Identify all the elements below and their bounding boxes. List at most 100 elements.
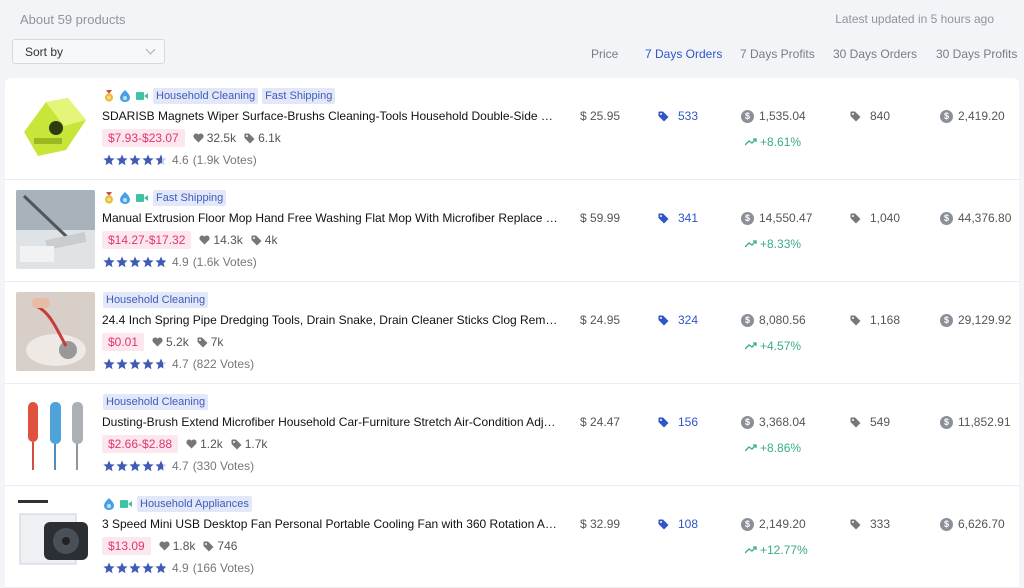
product-image[interactable] [16, 190, 95, 269]
column-7-days-orders[interactable]: 7 Days Orders [645, 47, 722, 61]
rating: 4.9 (166 Votes) [103, 561, 254, 575]
price-cell: $ 24.95 [580, 313, 621, 327]
profit-30-value: 6,626.70 [958, 517, 1005, 531]
star-icon [155, 358, 167, 370]
rating-value: 4.9 [172, 561, 189, 575]
likes-value: 1.2k [200, 437, 223, 451]
product-row[interactable]: Household Appliances 3 Speed Mini USB Des… [5, 486, 1019, 588]
profit-30-days: $29,129.92 [940, 313, 1011, 327]
product-row[interactable]: Household Cleaning Dusting-Brush Extend M… [5, 384, 1019, 486]
trend-up-icon [745, 342, 757, 350]
star-icon [155, 256, 167, 268]
column-7-days-profits[interactable]: 7 Days Profits [740, 47, 815, 61]
price-cell: $ 24.47 [580, 415, 621, 429]
product-image[interactable] [16, 496, 95, 575]
tag-icon [231, 439, 242, 450]
tags-value: 7k [210, 335, 224, 349]
price-cell: $ 32.99 [580, 517, 621, 531]
profit-7-value: 14,550.47 [759, 211, 813, 225]
likes-value: 14.3k [213, 233, 243, 247]
product-title[interactable]: 24.4 Inch Spring Pipe Dredging Tools, Dr… [102, 313, 562, 327]
profit-7-days: $2,149.20 [741, 517, 806, 531]
product-meta: $0.01 5.2k 7k [102, 333, 223, 351]
tags-value: 6.1k [258, 131, 281, 145]
badge-group: Household Cleaning [103, 292, 209, 308]
star-icon [129, 358, 141, 370]
orders-30-value: 333 [870, 517, 891, 531]
profit-30-days: $2,419.20 [940, 109, 1005, 123]
orders-7-value: 324 [678, 313, 699, 327]
product-row[interactable]: Fast Shipping Manual Extrusion Floor Mop … [5, 180, 1019, 282]
tags-count: 746 [203, 539, 237, 553]
dollar-icon: $ [940, 109, 953, 123]
medal-icon [103, 90, 115, 102]
orders-30-value: 840 [870, 109, 891, 123]
heart-icon [199, 235, 210, 245]
product-row[interactable]: Household Cleaning 24.4 Inch Spring Pipe … [5, 282, 1019, 384]
star-icon [103, 256, 115, 268]
profit-7-value: 8,080.56 [759, 313, 806, 327]
dollar-icon: $ [741, 517, 754, 531]
category-tag[interactable]: Household Appliances [137, 496, 252, 512]
product-image[interactable] [16, 292, 95, 371]
category-tag[interactable]: Household Cleaning [103, 292, 209, 308]
rating-value: 4.6 [172, 153, 189, 167]
product-row[interactable]: Household Cleaning Fast Shipping SDARISB M… [5, 78, 1019, 180]
orders-30-days: 549 [850, 415, 890, 429]
orders-7-days: 108 [658, 517, 698, 531]
profit-30-value: 44,376.80 [958, 211, 1012, 225]
price-range: $0.01 [102, 333, 145, 351]
growth-value: +8.33% [760, 237, 802, 251]
tag-icon [658, 519, 669, 530]
orders-7-days: 156 [658, 415, 698, 429]
product-title[interactable]: SDARISB Magnets Wiper Surface-Brushs Cle… [102, 109, 562, 123]
likes-count: 1.2k [186, 437, 223, 451]
tag-icon [203, 541, 214, 552]
tag-icon [658, 213, 669, 224]
star-icon [116, 562, 128, 574]
product-title[interactable]: 3 Speed Mini USB Desktop Fan Personal Po… [102, 517, 562, 531]
category-tag[interactable]: Household Cleaning [103, 394, 209, 410]
profit-7-value: 2,149.20 [759, 517, 806, 531]
medal-icon [103, 192, 115, 204]
category-tag[interactable]: Fast Shipping [153, 190, 227, 206]
growth-value: +4.57% [760, 339, 802, 353]
rating: 4.6 (1.9k Votes) [103, 153, 257, 167]
product-meta: $14.27-$17.32 14.3k 4k [102, 231, 277, 249]
star-icon [103, 562, 115, 574]
orders-7-value: 156 [678, 415, 699, 429]
tag-icon [251, 235, 262, 246]
star-icon [155, 460, 167, 472]
tags-count: 4k [251, 233, 277, 247]
price-cell: $ 25.95 [580, 109, 621, 123]
orders-30-value: 1,168 [870, 313, 901, 327]
tags-count: 1.7k [231, 437, 267, 451]
likes-count: 5.2k [152, 335, 189, 349]
category-tag[interactable]: Fast Shipping [262, 88, 336, 104]
growth-rate: +8.86% [745, 441, 801, 455]
star-icon [142, 562, 154, 574]
price-range: $13.09 [102, 537, 151, 555]
product-image[interactable] [16, 88, 95, 167]
category-tag[interactable]: Household Cleaning [153, 88, 259, 104]
star-icon [103, 460, 115, 472]
product-title[interactable]: Manual Extrusion Floor Mop Hand Free Was… [102, 211, 562, 225]
video-icon [135, 90, 149, 102]
sort-select[interactable]: Sort by [12, 39, 165, 64]
star-icon [116, 460, 128, 472]
dollar-icon: $ [741, 313, 754, 327]
product-title[interactable]: Dusting-Brush Extend Microfiber Househol… [102, 415, 562, 429]
heart-icon [193, 133, 204, 143]
likes-value: 32.5k [206, 131, 237, 145]
profit-30-days: $11,852.91 [940, 415, 1011, 429]
star-icon [129, 154, 141, 166]
column-price[interactable]: Price [591, 47, 618, 61]
price-range: $7.93-$23.07 [102, 129, 185, 147]
growth-rate: +8.61% [745, 135, 801, 149]
column-30-days-orders[interactable]: 30 Days Orders [833, 47, 917, 61]
star-icon [129, 562, 141, 574]
product-image[interactable] [16, 394, 95, 473]
column-30-days-profits[interactable]: 30 Days Profits [936, 47, 1017, 61]
tags-count: 7k [197, 335, 224, 349]
profit-7-days: $3,368.04 [741, 415, 806, 429]
